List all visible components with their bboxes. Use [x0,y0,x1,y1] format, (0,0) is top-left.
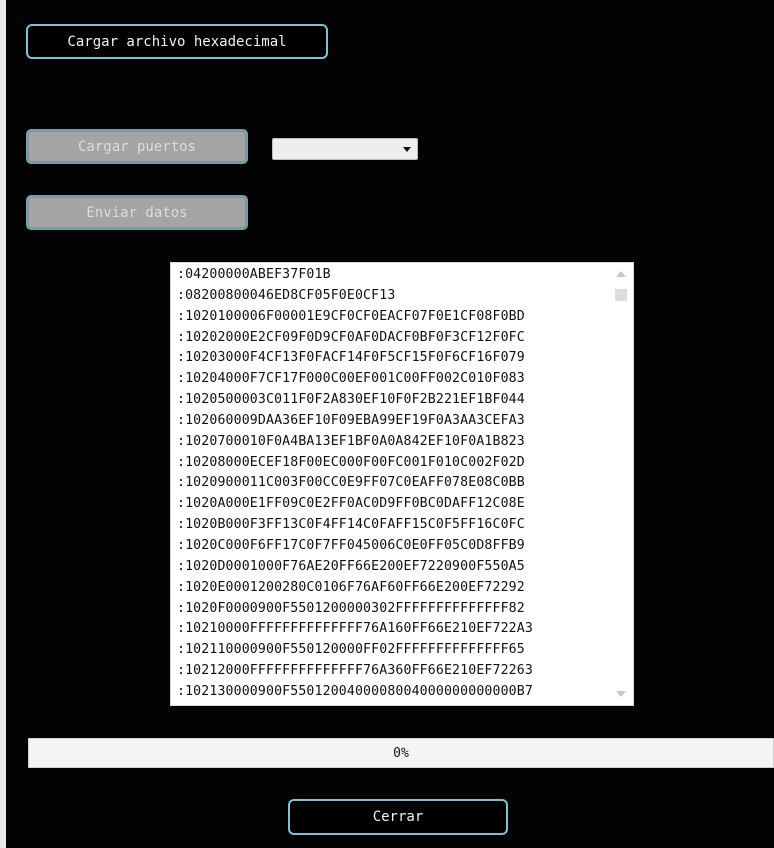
close-label: Cerrar [372,809,424,825]
load-hex-file-label: Cargar archivo hexadecimal [67,33,287,50]
progress-bar: 0% [28,738,774,768]
hex-line: :10204000F7CF17F000C00EF001C00FF002C010F… [177,371,525,387]
hex-line: :1020100006F00001E9CF0CF0EACF07F0E1CF08F… [177,308,525,324]
close-button[interactable]: Cerrar [288,799,508,835]
send-data-label: Enviar datos [86,204,188,221]
ports-dropdown[interactable] [272,138,418,160]
scrollbar-thumb[interactable] [615,289,627,301]
hex-line: :1020F0000900F5501200000302FFFFFFFFFFFFF… [177,600,525,616]
hex-line: :10208000ECEF18F00EC000F00FC001F010C002F… [177,454,525,470]
hex-line: :1020A000E1FF09C0E2FF0AC0D9FF0BC0DAFF12C… [177,496,525,512]
load-ports-label: Cargar puertos [77,138,196,155]
scroll-up-arrow-icon[interactable] [616,271,626,277]
hex-line: :1020E0001200280C0106F76AF60FF66E200EF72… [177,579,525,595]
hex-line: :10210000FFFFFFFFFFFFFF76A160FF66E210EF7… [177,621,533,637]
hex-line: :102060009DAA36EF10F09EBA99EF19F0A3AA3CE… [177,412,525,428]
progress-label: 0% [393,746,409,761]
hex-line: :10202000E2CF09F0D9CF0AF0DACF0BF0F3CF12F… [177,329,525,345]
chevron-down-icon [403,147,411,152]
hex-line: :10212000FFFFFFFFFFFFFF76A360FF66E210EF7… [177,663,533,679]
hex-line: :08200800046ED8CF05F0E0CF13 [177,287,396,303]
vertical-scrollbar[interactable] [613,265,629,703]
hex-line: :102110000900F550120000FF02FFFFFFFFFFFFF… [177,642,525,658]
hex-line: :04200000ABEF37F01B [177,267,331,282]
hex-content-textarea[interactable]: :04200000ABEF37F01B :08200800046ED8CF05F0… [170,262,634,706]
load-hex-file-button[interactable]: Cargar archivo hexadecimal [26,24,328,59]
hex-line: :1020700010F0A4BA13EF1BF0A0A842EF10F0A1B… [177,433,525,449]
hex-line: :10203000F4CF13F0FACF14F0F5CF15F0F6CF16F… [177,350,525,366]
scroll-down-arrow-icon[interactable] [616,691,626,697]
hex-line: :1020D0001000F76AE20FF66E200EF7220900F55… [177,558,525,574]
load-ports-button[interactable]: Cargar puertos [26,129,248,164]
hex-line: :1020500003C011F0F2A830EF10F0F2B221EF1BF… [177,392,525,408]
hex-lines-list: :04200000ABEF37F01B :08200800046ED8CF05F0… [177,265,609,703]
hex-line: :1020900011C003F00CC0E9FF07C0EAFF078E08C… [177,475,525,491]
send-data-button[interactable]: Enviar datos [26,195,248,230]
app-window: Cargar archivo hexadecimal Cargar puerto… [6,0,774,848]
hex-line: :1020B000F3FF13C0F4FF14C0FAFF15C0F5FF16C… [177,517,525,533]
hex-line: :102130000900F55012004000080040000000000… [177,683,533,699]
hex-line: :1020C000F6FF17C0F7FF045006C0E0FF05C0D8F… [177,537,525,553]
